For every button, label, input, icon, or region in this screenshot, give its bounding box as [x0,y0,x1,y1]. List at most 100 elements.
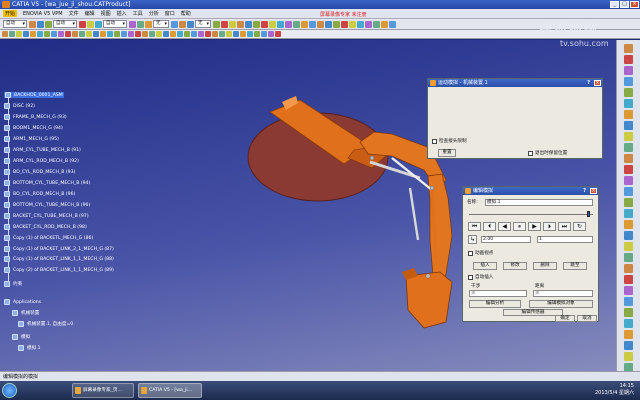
workbench-icon[interactable] [624,121,633,130]
toolbar-icon[interactable] [301,20,308,28]
ok-button[interactable]: 确定 [555,315,575,322]
workbench-icon[interactable] [624,66,633,75]
toolbar-icon[interactable] [212,31,218,37]
timeline-thumb[interactable] [587,211,590,217]
step-icon[interactable]: ↳ [468,235,477,244]
workbench-icon[interactable] [624,286,633,295]
keep-position[interactable]: 退出时保留位置 [528,150,567,156]
workbench-icon[interactable] [624,198,633,207]
toolbar-icon[interactable] [365,20,372,28]
delete-button[interactable]: 删除 [533,262,557,270]
workbench-icon[interactable] [624,308,633,317]
auto-insert[interactable]: 自动插入 [468,274,493,280]
menu-item[interactable]: 文件 [69,10,79,17]
tree-node[interactable]: BO_CYL_ROD_MECH_B (93) [4,169,75,175]
tree-node[interactable]: BACKHOE_0001_ASM [4,92,64,98]
pause-icon[interactable]: ⏸ [513,222,526,231]
toolbar-icon[interactable] [245,20,252,28]
auto-insert-box[interactable] [468,274,473,280]
tree-node[interactable]: Copy (1) of BACKET_LINK_1_1_MECH_G (88) [4,256,114,262]
menu-item[interactable]: 工具 [133,10,143,17]
tree-node[interactable]: Copy (1) of BACKETL_MECH_G (86) [4,235,93,241]
keep-position-box[interactable] [528,150,533,156]
toolbar-icon[interactable] [253,20,260,28]
loop-icon[interactable]: ↻ [573,222,586,231]
jump-button[interactable]: 跳至 [563,262,587,270]
tree-node[interactable]: BOTTOM_CYL_TUBE_MECH_B (96) [4,202,90,208]
edit-analysis-button[interactable]: 编辑分析 [469,300,521,308]
menu-item[interactable]: 窗口 [165,10,175,17]
tree-node[interactable]: ARM_CYL_TUBE_MECH_B (91) [4,147,81,153]
insert-button[interactable]: 插入 [473,262,497,270]
toolbar-icon[interactable] [247,31,253,37]
reset-button[interactable]: 重置 [438,149,456,157]
toolbar-icon[interactable] [156,31,162,37]
bucket-part[interactable] [405,271,453,329]
edit-sim-objects-button[interactable]: 编辑模拟对象 [529,300,593,308]
toolbar-icon[interactable] [205,31,211,37]
toolbar-icon[interactable] [293,20,300,28]
timeline-slider[interactable] [469,211,593,217]
toolbar-icon[interactable] [268,31,274,37]
workbench-icon[interactable] [624,275,633,284]
toolbar-icon[interactable] [2,31,8,37]
menu-item[interactable]: 编辑 [85,10,95,17]
style-select[interactable]: 自动 [3,20,27,28]
tree-node[interactable]: Applications [4,299,41,305]
tree-node[interactable]: FRAME_B_MECH_G (93) [4,114,67,120]
tree-node[interactable]: 机械装置.1, 自由度=0 [18,321,73,327]
step-count-select[interactable]: 1 [537,236,593,243]
toolbar-icon[interactable] [16,31,22,37]
style-select[interactable]: 无 [153,20,169,28]
close-button[interactable]: × [630,1,639,8]
toolbar-icon[interactable] [261,20,268,28]
interference-select[interactable]: 关 [469,290,527,297]
workbench-icon[interactable] [624,242,633,251]
toolbar-icon[interactable] [226,31,232,37]
workbench-icon[interactable] [624,220,633,229]
animate-viewpoint-box[interactable] [468,250,473,256]
tree-node[interactable]: BOOM1_MECH_G (94) [4,125,63,131]
workbench-icon[interactable] [624,165,633,174]
tree-node[interactable]: 模拟 [12,334,30,340]
workbench-icon[interactable] [624,319,633,328]
toolbar-icon[interactable] [129,20,136,28]
workbench-icon[interactable] [624,132,633,141]
step-size-field[interactable]: 2.00 [481,236,531,243]
toolbar-icon[interactable] [275,31,281,37]
toolbar-icon[interactable] [29,20,36,28]
tree-node[interactable]: BO_CYL_ROD_MECH_B (96) [4,191,75,197]
toolbar-icon[interactable] [79,20,86,28]
toolbar-icon[interactable] [86,31,92,37]
edit-dialog-close[interactable]: × [590,188,597,194]
skip-start-icon[interactable]: ⏮ [468,222,481,231]
menu-item[interactable]: 视图 [101,10,111,17]
style-select[interactable]: 自动 [103,20,127,28]
toolbar-icon[interactable] [254,31,260,37]
toolbar-icon[interactable] [44,31,50,37]
tree-node[interactable]: BOTTOM_CYL_TUBE_MECH_B (94) [4,180,90,186]
maximize-button[interactable]: □ [620,1,629,8]
toolbar-icon[interactable] [381,20,388,28]
toolbar-icon[interactable] [45,20,52,28]
toolbar-icon[interactable] [357,20,364,28]
menu-item[interactable]: 分析 [149,10,159,17]
toolbar-icon[interactable] [87,20,94,28]
tree-node[interactable]: ARM1_MECH_G (95) [4,136,59,142]
toolbar-icon[interactable] [93,31,99,37]
toolbar-icon[interactable] [171,20,178,28]
motion-dialog-close[interactable]: × [594,80,601,86]
menu-item[interactable]: 插入 [117,10,127,17]
toolbar-icon[interactable] [170,31,176,37]
toolbar-icon[interactable] [237,20,244,28]
toolbar-icon[interactable] [285,20,292,28]
workbench-icon[interactable] [624,110,633,119]
toolbar-icon[interactable] [269,20,276,28]
toolbar-icon[interactable] [277,20,284,28]
step-forward-icon[interactable]: ⏵ [543,222,556,231]
toolbar-icon[interactable] [121,31,127,37]
modify-button[interactable]: 修改 [503,262,527,270]
distance-select[interactable]: 关 [533,290,593,297]
workbench-icon[interactable] [624,176,633,185]
menu-item[interactable]: 帮助 [181,10,191,17]
